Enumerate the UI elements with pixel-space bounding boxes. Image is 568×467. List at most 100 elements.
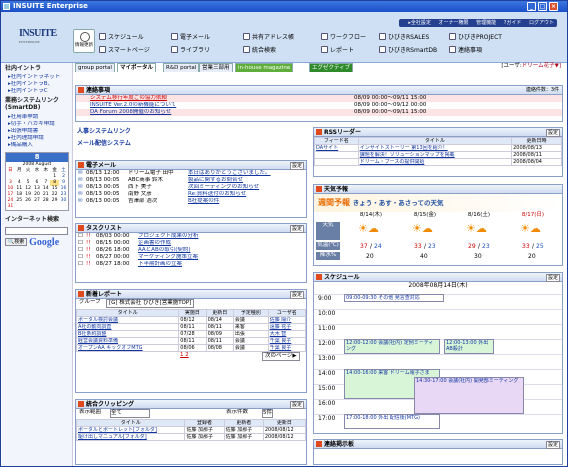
task-title[interactable]: マーケティング施策立案 (138, 254, 198, 261)
sidebar-link[interactable]: ▸出張申請書 (2, 128, 72, 135)
schedule-settings-button[interactable]: 設定 (545, 274, 560, 282)
calendar-date[interactable]: 22 (50, 192, 59, 198)
sidebar-link[interactable]: ▸社内イントラB、 (2, 81, 72, 88)
link-guide[interactable]: ?ガイド (504, 20, 522, 26)
clipping-cell[interactable]: ポータルとポートレット[フォルダ] (76, 426, 186, 434)
nav-schedule[interactable]: スケジュール (99, 33, 144, 42)
report-column-header[interactable]: タイトル (76, 309, 180, 317)
rss-title[interactable]: 課題を解決！ソリューションマップを掲載 (357, 151, 513, 159)
rss-title[interactable]: インサイトストーリー 第13回を紹介！ (357, 144, 513, 152)
minimize-button[interactable]: _ (527, 2, 536, 11)
calendar-date[interactable]: 28 (41, 198, 50, 204)
bbs-settings-button[interactable]: 設定 (545, 441, 560, 449)
mail-row[interactable]: ✉ 08/13 12:00 ドリーム電子 田中 本日はありがとうございました。 (76, 170, 306, 177)
schedule-event[interactable]: 09:00-09:30 その他 発言查対応 (344, 294, 444, 302)
nav-search[interactable]: 統合検索 (243, 46, 276, 55)
maximize-button[interactable]: □ (538, 2, 547, 11)
mail-subject[interactable]: B社提案の件 (188, 198, 219, 205)
display-range-select[interactable]: 全て (110, 409, 150, 418)
tab-executive[interactable]: エグゼクティブ (309, 63, 354, 72)
refresh-button[interactable]: 情報更新 (73, 29, 95, 53)
calendar-date[interactable] (59, 204, 68, 210)
link-owner-rights[interactable]: オーナー権限 (439, 20, 469, 26)
calendar-date[interactable] (33, 204, 42, 210)
report-column-header[interactable]: 予定種別 (232, 309, 269, 317)
notice-row[interactable]: DA Forum 2008開催のお知らせ 08/09 00:00～09/11 15… (76, 109, 562, 116)
link-company-settings[interactable]: ▸全社設定 (408, 20, 431, 26)
mail-row[interactable]: ✉ 08/13 00:05 ABC商事 鈴木 製品に関するお問合せ (76, 177, 306, 184)
report-group-select[interactable]: [G] 株式会社 ひびき[営業施TOP] (106, 299, 195, 308)
nav-smartpage[interactable]: スマートページ (99, 46, 150, 55)
task-checkbox-icon[interactable]: ☐ (78, 233, 83, 240)
mail-row[interactable]: ✉ 08/13 00:05 南野 文彦 Re:資料送付のお知らせ (76, 191, 306, 198)
calendar-date[interactable]: 21 (41, 192, 50, 198)
task-row[interactable]: ☐!! 08/03 00:00 プロジェクト成果の分析 (76, 233, 306, 240)
calendar-date[interactable] (50, 204, 59, 210)
rss-feed[interactable] (314, 151, 359, 159)
table-row[interactable]: ポータルとポートレット[フォルダ] 佐藤 加那子 佐藤 加那子 2008/08/12 (76, 426, 306, 434)
table-row[interactable]: ドリーム・ブースの提供開始 2008/08/04 (314, 158, 562, 166)
mail-settings-button[interactable]: 設定 (289, 162, 304, 170)
task-checkbox-icon[interactable]: ☐ (78, 247, 83, 254)
mail-row[interactable]: ✉ 08/13 00:05 吉澤部 浩次 B社提案の件 (76, 198, 306, 205)
clipping-column-header[interactable]: 更新日 (262, 419, 306, 427)
clipping-column-header[interactable]: 登録者 (184, 419, 225, 427)
mail-subject[interactable]: Re:資料送付のお知らせ (188, 191, 246, 198)
tab-rnd-portal[interactable]: R&D portal (163, 63, 200, 72)
table-row[interactable]: DAサイト インサイトストーリー 第13回を紹介！ 2008/08/13 (314, 144, 562, 152)
task-row[interactable]: ☐!! 08/27 18:00 下半期計画の立案 (76, 261, 306, 268)
tab-my-portal[interactable]: マイポータル (117, 63, 157, 72)
task-checkbox-icon[interactable]: ☐ (78, 261, 83, 268)
table-row[interactable]: 経営会議資料準備 08/11 08/11 会議 千葉 良子 (76, 337, 306, 345)
sidebar-link[interactable]: ▸切手・ハガキ申請 (2, 121, 72, 128)
nav-rproject[interactable]: ひびきPROJECT (449, 33, 502, 42)
mail-row[interactable]: ✉ 08/13 00:05 西下 美子 次回ミーティングのお知らせ (76, 184, 306, 191)
clipping-settings-button[interactable]: 設定 (289, 401, 304, 409)
sidebar-link[interactable]: ▸備品購入 (2, 142, 72, 149)
report-cell[interactable]: B社条約調整 (76, 330, 180, 338)
table-row[interactable]: ポータル検討会議 08/12 08/14 会議 佐藤 陽介 (76, 316, 306, 324)
tab-magazine[interactable]: in-house magazine (235, 63, 294, 72)
clipping-column-header[interactable]: タイトル (76, 419, 186, 427)
link-admin[interactable]: 管理機能 (476, 20, 496, 26)
schedule-event[interactable]: 14:30-17:00 会議(社内) 開発部ミーティング (414, 376, 524, 414)
task-title[interactable]: プロジェクト成果の分析 (138, 233, 199, 240)
task-checkbox-icon[interactable]: ☐ (78, 254, 83, 261)
report-cell[interactable]: ポータル検討会議 (76, 316, 180, 324)
nav-report[interactable]: レポート (321, 46, 354, 55)
link-logout[interactable]: ログアウト (529, 20, 554, 26)
nav-workflow[interactable]: ワークフロー (321, 33, 366, 42)
report-column-header[interactable]: 更新日 (205, 309, 234, 317)
rss-column-header[interactable]: 更新日時 (511, 137, 562, 145)
task-row[interactable]: ☐!! 08/26 18:00 AAとABの取引(契約) (76, 247, 306, 254)
report-settings-button[interactable]: 設定 (289, 291, 304, 299)
search-button[interactable]: 🔍検索 (5, 237, 28, 246)
calendar-date[interactable]: 14 (41, 186, 50, 192)
hr-system-link[interactable]: 人事システムリンク (77, 128, 131, 135)
nav-rsales[interactable]: ひびきRSALES (379, 33, 429, 42)
clipping-cell[interactable]: 駆け出しマニュアル[フォルダ] (76, 433, 186, 441)
rss-feed[interactable]: DAサイト (314, 144, 359, 152)
rss-title[interactable]: ドリーム・ブースの提供開始 (357, 158, 513, 166)
table-row[interactable]: 課題を解決！ソリューションマップを掲載 2008/08/11 (314, 151, 562, 159)
calendar-date[interactable]: 15 (50, 186, 59, 192)
sidebar-link[interactable]: ▸社用車申請 (2, 114, 72, 121)
nav-library[interactable]: ライブラリ (171, 46, 210, 55)
notice-row[interactable]: システム移行年度ごの協力依頼 08/09 00:00～09/11 15:00 (76, 95, 562, 102)
schedule-event[interactable]: 17:00-18:00 外出 配信後(MTG) (344, 414, 440, 429)
task-checkbox-icon[interactable]: ☐ (78, 240, 83, 247)
tab-group-portal[interactable]: group portal (75, 63, 115, 72)
table-row[interactable]: 駆け出しマニュアル[フォルダ] 佐藤 加那子 佐藤 加那子 2008/08/12 (76, 433, 306, 441)
task-row[interactable]: ☐!! 08/27 00:00 マーケティング施策立案 (76, 254, 306, 261)
mail-subject[interactable]: 次回ミーティングのお知らせ (188, 184, 259, 191)
schedule-event[interactable]: 12:00-12:00 会議(社内) 定例ミーティング (344, 339, 440, 354)
mail-subject[interactable]: 製品に関するお問合せ (188, 177, 243, 184)
task-row[interactable]: ☐!! 08/15 00:00 企画書の作成 (76, 240, 306, 247)
task-title[interactable]: AAとABの取引(契約) (138, 247, 191, 254)
rss-column-header[interactable]: フィード名 (314, 137, 359, 145)
display-count-select[interactable]: 5件 (262, 409, 273, 418)
table-row[interactable]: A社の動向調査 08/11 08/11 来客 遠藤 花子 (76, 323, 306, 331)
nav-notice[interactable]: 連絡事項 (449, 46, 482, 55)
table-row[interactable]: オープンAA キックオフMTG 08/06 08/08 会議 千葉 良子 (76, 344, 306, 352)
calendar-date[interactable]: 31 (6, 204, 15, 210)
